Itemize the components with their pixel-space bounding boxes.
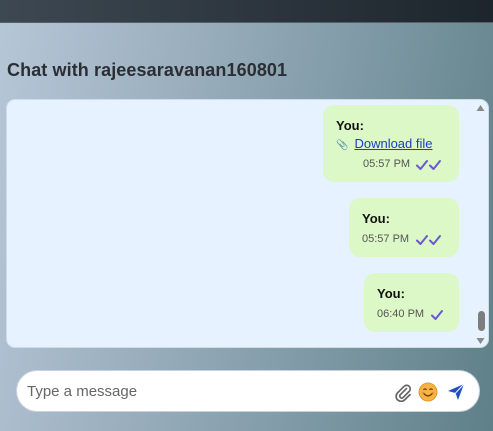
message-time: 05:57 PM bbox=[363, 158, 411, 170]
paperclip-icon: 📎 bbox=[336, 140, 349, 151]
message-sender: You: bbox=[336, 118, 364, 133]
page-title: Chat with rajeesaravanan160801 bbox=[7, 60, 288, 80]
top-bar bbox=[0, 0, 493, 23]
send-icon[interactable] bbox=[446, 382, 466, 402]
message-sender: You: bbox=[377, 286, 405, 301]
message-sender: You: bbox=[362, 211, 390, 226]
scroll-down-arrow-icon[interactable] bbox=[475, 336, 486, 346]
message-time: 06:40 PM bbox=[377, 308, 425, 320]
double-check-icon bbox=[416, 160, 441, 170]
message-time: 05:57 PM bbox=[362, 233, 410, 245]
message-composer bbox=[16, 370, 480, 412]
message-bubble: You: 05:57 PM bbox=[349, 198, 459, 257]
message-bubble: You: 06:40 PM bbox=[364, 273, 459, 332]
paperclip-icon[interactable] bbox=[393, 382, 413, 402]
download-file-link[interactable]: 📎 Download file bbox=[336, 136, 433, 151]
single-check-icon bbox=[431, 310, 443, 320]
chat-messages-panel[interactable]: You: 📎 Download file 05:57 PM You: 05:57 … bbox=[6, 99, 489, 348]
double-check-icon bbox=[416, 235, 441, 245]
scroll-up-arrow-icon[interactable] bbox=[475, 103, 486, 113]
message-input[interactable] bbox=[27, 380, 387, 402]
scrollbar-thumb[interactable] bbox=[478, 311, 485, 331]
message-bubble: You: 📎 Download file 05:57 PM bbox=[323, 105, 459, 182]
emoji-icon[interactable] bbox=[418, 382, 438, 402]
download-file-label: Download file bbox=[354, 136, 433, 151]
